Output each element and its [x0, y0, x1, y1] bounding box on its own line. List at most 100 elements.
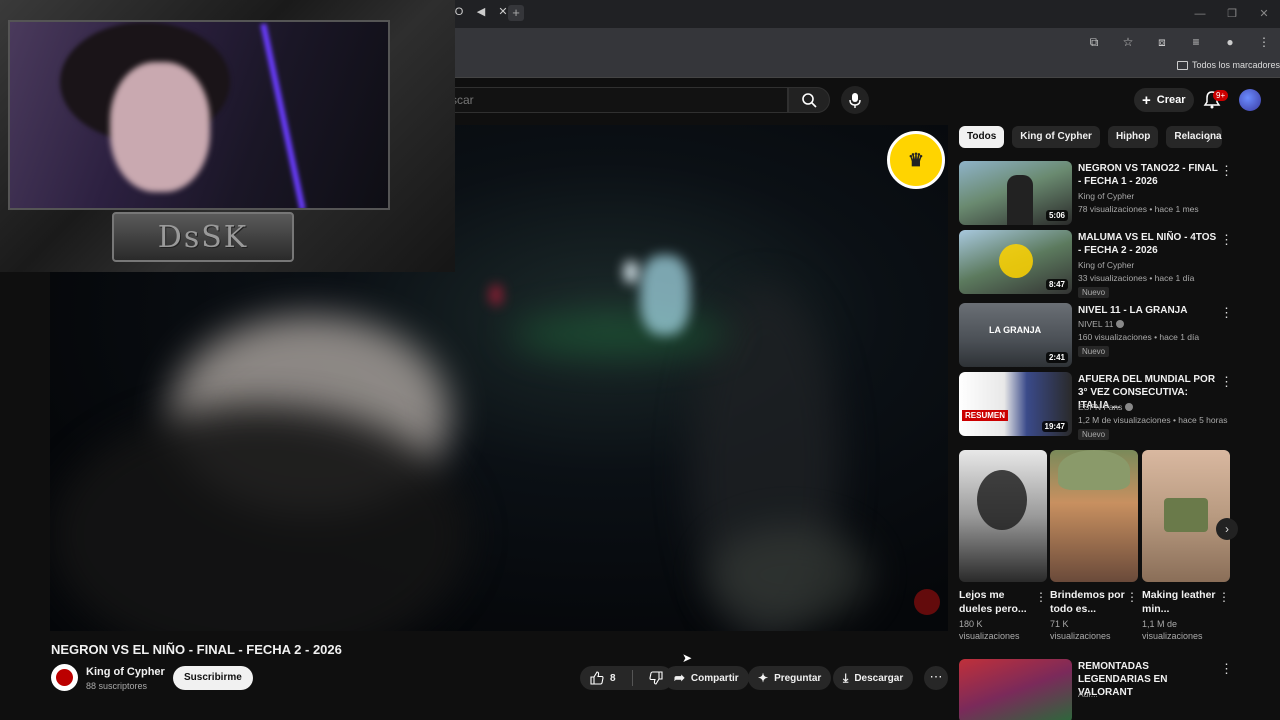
profile-icon[interactable]: ●: [1218, 34, 1242, 50]
short-thumbnail[interactable]: [959, 450, 1047, 582]
extensions-icon[interactable]: ⧈: [1150, 34, 1174, 50]
streamer-logo-plate: DsSK: [112, 212, 294, 262]
short-title[interactable]: Making leather min...: [1142, 588, 1218, 616]
close-window-button[interactable]: ✕: [1248, 0, 1280, 28]
kebab-menu-icon[interactable]: ⋮: [1220, 374, 1233, 390]
create-button[interactable]: + Crear: [1134, 88, 1194, 112]
kebab-menu-icon[interactable]: ⋮: [1126, 590, 1138, 604]
thumbnail-text: LA GRANJA: [989, 325, 1042, 335]
video-thumbnail[interactable]: 5:06: [959, 161, 1072, 225]
install-app-icon[interactable]: ⧉: [1082, 34, 1106, 50]
channel-name: NIVEL 11: [1078, 319, 1114, 329]
channel-watermark-logo[interactable]: ♛: [887, 131, 945, 189]
video-thumbnail[interactable]: LA GRANJA 2:41: [959, 303, 1072, 367]
video-channel[interactable]: ESPN Fans: [1078, 402, 1134, 412]
thumbnail-text: RESUMEN: [962, 410, 1009, 421]
media-control-icon[interactable]: ≡: [1184, 34, 1208, 50]
video-thumbnail[interactable]: RESUMEN 19:47: [959, 372, 1072, 436]
kebab-menu-icon[interactable]: ⋮: [1218, 590, 1230, 604]
thumbs-down-icon: [649, 671, 663, 685]
all-bookmarks[interactable]: Todos los marcadores: [1176, 60, 1280, 70]
kebab-menu-icon[interactable]: ⋮: [1220, 661, 1233, 677]
share-button[interactable]: ➦ Compartir: [664, 666, 749, 690]
video-duration: 2:41: [1045, 352, 1068, 363]
chip-hiphop[interactable]: Hiphop: [1107, 126, 1159, 148]
short-title[interactable]: Brindemos por todo es...: [1050, 588, 1126, 616]
list-item[interactable]: REMONTADAS LEGENDARIAS EN VALORANT Aur..…: [959, 659, 1239, 720]
ask-button[interactable]: ✦ Preguntar: [748, 666, 832, 690]
search-input[interactable]: [441, 88, 787, 112]
chevron-right-icon[interactable]: ›: [1206, 130, 1211, 146]
plus-icon: +: [1142, 91, 1151, 109]
kebab-menu-icon[interactable]: ⋮: [1220, 163, 1233, 179]
video-channel[interactable]: NIVEL 11: [1078, 319, 1125, 329]
tab-audio-icon[interactable]: ◀: [474, 5, 488, 18]
folder-icon: [1176, 60, 1188, 70]
short-item[interactable]: Making leather min... 1,1 M de visualiza…: [1142, 450, 1230, 642]
streamer-face: [110, 62, 210, 192]
short-thumbnail[interactable]: [1050, 450, 1138, 582]
short-views: 1,1 M de visualizaciones: [1142, 619, 1203, 641]
thumbnail-figure: [977, 470, 1027, 530]
list-item[interactable]: RESUMEN 19:47 AFUERA DEL MUNDIAL POR 3° …: [959, 372, 1239, 440]
maximize-button[interactable]: ❐: [1216, 0, 1248, 28]
list-item[interactable]: LA GRANJA 2:41 NIVEL 11 - LA GRANJA NIVE…: [959, 303, 1239, 367]
kebab-menu-icon[interactable]: ⋮: [1035, 590, 1047, 604]
search-button[interactable]: [788, 87, 830, 113]
channel-avatar[interactable]: [51, 664, 78, 691]
chip-relacionados[interactable]: Relaciona: [1166, 126, 1223, 148]
create-label: Crear: [1156, 94, 1186, 106]
short-item[interactable]: Lejos me dueles pero... 180 K visualizac…: [959, 450, 1047, 642]
microphone-icon: [849, 93, 861, 108]
minimize-button[interactable]: —: [1184, 0, 1216, 28]
bookmark-star-icon[interactable]: ☆: [1116, 34, 1140, 50]
webcam-frame: DsSK: [0, 0, 455, 272]
video-duration: 5:06: [1045, 210, 1068, 221]
video-channel[interactable]: King of Cypher: [1078, 191, 1134, 201]
subscriber-count: 88 suscriptores: [86, 681, 148, 691]
video-title[interactable]: MALUMA VS EL NIÑO - 4TOS - FECHA 2 - 202…: [1078, 231, 1218, 257]
user-avatar[interactable]: [1239, 89, 1261, 111]
shorts-next-button[interactable]: ›: [1216, 518, 1238, 540]
new-tab-button[interactable]: +: [508, 5, 524, 21]
video-channel[interactable]: King of Cypher: [1078, 260, 1134, 270]
channel-name[interactable]: King of Cypher: [86, 666, 165, 678]
subscribe-button[interactable]: Suscribirme: [173, 666, 253, 690]
webcam-video: [8, 20, 390, 210]
like-button[interactable]: 8: [580, 666, 626, 690]
short-thumbnail[interactable]: [1142, 450, 1230, 582]
like-count: 8: [610, 672, 616, 684]
kebab-menu-icon[interactable]: ⋮: [1220, 232, 1233, 248]
video-title[interactable]: REMONTADAS LEGENDARIAS EN VALORANT: [1078, 660, 1218, 699]
like-divider: [631, 670, 633, 686]
share-label: Compartir: [690, 672, 739, 684]
flashlight-glow: [640, 255, 690, 335]
short-item[interactable]: Brindemos por todo es... 71 K visualizac…: [1050, 450, 1138, 642]
video-channel[interactable]: Aur...: [1078, 689, 1098, 699]
browser-menu-icon[interactable]: ⋮: [1252, 34, 1276, 50]
chip-todos[interactable]: Todos: [959, 126, 1005, 148]
kebab-menu-icon[interactable]: ⋮: [1220, 305, 1233, 321]
purple-light: [260, 23, 306, 208]
video-title[interactable]: NIVEL 11 - LA GRANJA: [1078, 304, 1218, 317]
more-actions-button[interactable]: ⋯: [924, 666, 948, 690]
short-title[interactable]: Lejos me dueles pero...: [959, 588, 1035, 616]
thumbs-up-icon: [590, 671, 604, 685]
video-title[interactable]: NEGRON VS TANO22 - FINAL - FECHA 1 - 202…: [1078, 162, 1218, 188]
search-box: [440, 87, 788, 113]
background-legs: [710, 525, 870, 625]
download-button[interactable]: ⤓ Descargar: [833, 666, 914, 690]
corner-logo: [914, 589, 940, 615]
list-item[interactable]: 5:06 NEGRON VS TANO22 - FINAL - FECHA 1 …: [959, 161, 1239, 225]
all-bookmarks-label: Todos los marcadores: [1191, 60, 1280, 70]
video-thumbnail[interactable]: 8:47: [959, 230, 1072, 294]
sidebar-filter-chips: Todos King of Cypher Hiphop Relaciona: [959, 126, 1223, 148]
new-badge: Nuevo: [1078, 287, 1110, 298]
new-badge: Nuevo: [1078, 346, 1110, 357]
voice-search-button[interactable]: [841, 86, 869, 114]
list-item[interactable]: 8:47 MALUMA VS EL NIÑO - 4TOS - FECHA 2 …: [959, 230, 1239, 298]
video-thumbnail[interactable]: [959, 659, 1072, 720]
chip-king-of-cypher[interactable]: King of Cypher: [1012, 126, 1100, 148]
new-badge: Nuevo: [1078, 429, 1110, 440]
thumbnail-figure: [1007, 175, 1033, 225]
